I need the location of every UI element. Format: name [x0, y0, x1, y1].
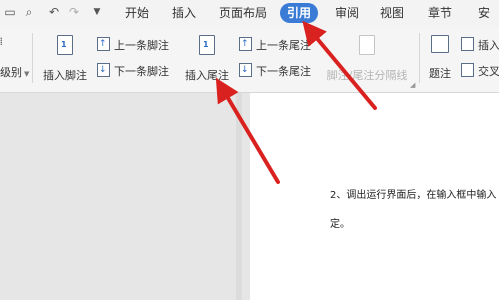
tab-review[interactable]: 审阅 — [335, 3, 359, 23]
redo-icon[interactable]: ↷ — [66, 4, 82, 20]
insert-footnote-label: 插入脚注 — [43, 69, 87, 82]
title-tab-bar: ▭ ⌕ ↶ ↷ ▼ 开始 插入 页面布局 引用 审阅 视图 章节 安 — [0, 0, 499, 27]
separator-icon — [359, 35, 375, 55]
document-line-2[interactable]: 定。 — [330, 215, 350, 230]
prev-footnote-button[interactable]: ↑ 上一条脚注 — [97, 37, 169, 55]
ribbon: ⁞⁞ 级别▼ 1 插入脚注 ↑ 上一条脚注 ↓ 下一条脚注 1 插入尾注 ↑ 上一条尾… — [0, 27, 499, 93]
cross-reference-label: 交叉 — [478, 65, 499, 78]
document-background — [0, 93, 250, 300]
next-endnote-button[interactable]: ↓ 下一条尾注 — [239, 63, 311, 81]
footnote-separator-button[interactable]: 脚注/尾注分隔线 — [322, 30, 412, 86]
next-endnote-label: 下一条尾注 — [256, 65, 311, 78]
outline-icon[interactable]: ⁞⁞ — [0, 35, 3, 48]
level-label: 级别 — [0, 66, 22, 79]
insert-endnote-button[interactable]: 1 插入尾注 — [182, 30, 232, 86]
caption-icon — [431, 35, 449, 53]
next-footnote-icon: ↓ — [97, 63, 110, 77]
insert-figures-label: 插入 — [478, 39, 499, 52]
next-endnote-icon: ↓ — [239, 63, 252, 77]
insert-table-of-figures-button[interactable]: 插入 — [461, 37, 499, 55]
file-icon[interactable]: ▭ — [2, 4, 18, 20]
search-preview-icon[interactable]: ⌕ — [21, 4, 37, 20]
tab-page-layout[interactable]: 页面布局 — [219, 3, 267, 23]
level-dropdown[interactable]: 级别 ▼ — [0, 64, 29, 82]
caption-button[interactable]: 题注 — [425, 30, 455, 86]
tab-references[interactable]: 引用 — [280, 3, 319, 23]
insert-footnote-button[interactable]: 1 插入脚注 — [40, 30, 90, 86]
next-footnote-label: 下一条脚注 — [114, 65, 169, 78]
tab-view[interactable]: 视图 — [380, 3, 404, 23]
caption-label: 题注 — [429, 67, 451, 80]
page-shadow — [236, 93, 242, 300]
prev-endnote-label: 上一条尾注 — [256, 39, 311, 52]
footnote-icon: 1 — [57, 35, 73, 55]
insert-endnote-label: 插入尾注 — [185, 69, 229, 82]
undo-icon[interactable]: ↶ — [46, 4, 62, 20]
endnote-icon: 1 — [199, 35, 215, 55]
tab-security[interactable]: 安 — [478, 3, 490, 23]
prev-footnote-label: 上一条脚注 — [114, 39, 169, 52]
cross-reference-button[interactable]: 交叉 — [461, 63, 499, 81]
document-page[interactable]: 2、调出运行界面后，在输入框中输入 定。 — [250, 93, 499, 300]
tab-home[interactable]: 开始 — [125, 3, 149, 23]
cross-reference-icon — [461, 63, 474, 77]
dropdown-icon[interactable]: ▼ — [89, 4, 105, 20]
divider — [32, 33, 33, 83]
prev-endnote-icon: ↑ — [239, 37, 252, 51]
tab-chapter[interactable]: 章节 — [428, 3, 452, 23]
tab-insert[interactable]: 插入 — [172, 3, 196, 23]
dialog-launcher-icon[interactable]: ◢ — [410, 81, 415, 89]
footnote-separator-label: 脚注/尾注分隔线 — [326, 69, 408, 82]
prev-endnote-button[interactable]: ↑ 上一条尾注 — [239, 37, 311, 55]
document-line-1[interactable]: 2、调出运行界面后，在输入框中输入 — [330, 186, 496, 201]
prev-footnote-icon: ↑ — [97, 37, 110, 51]
chevron-down-icon: ▼ — [24, 70, 30, 78]
insert-figures-icon — [461, 37, 474, 51]
next-footnote-button[interactable]: ↓ 下一条脚注 — [97, 63, 169, 81]
divider — [419, 33, 420, 83]
